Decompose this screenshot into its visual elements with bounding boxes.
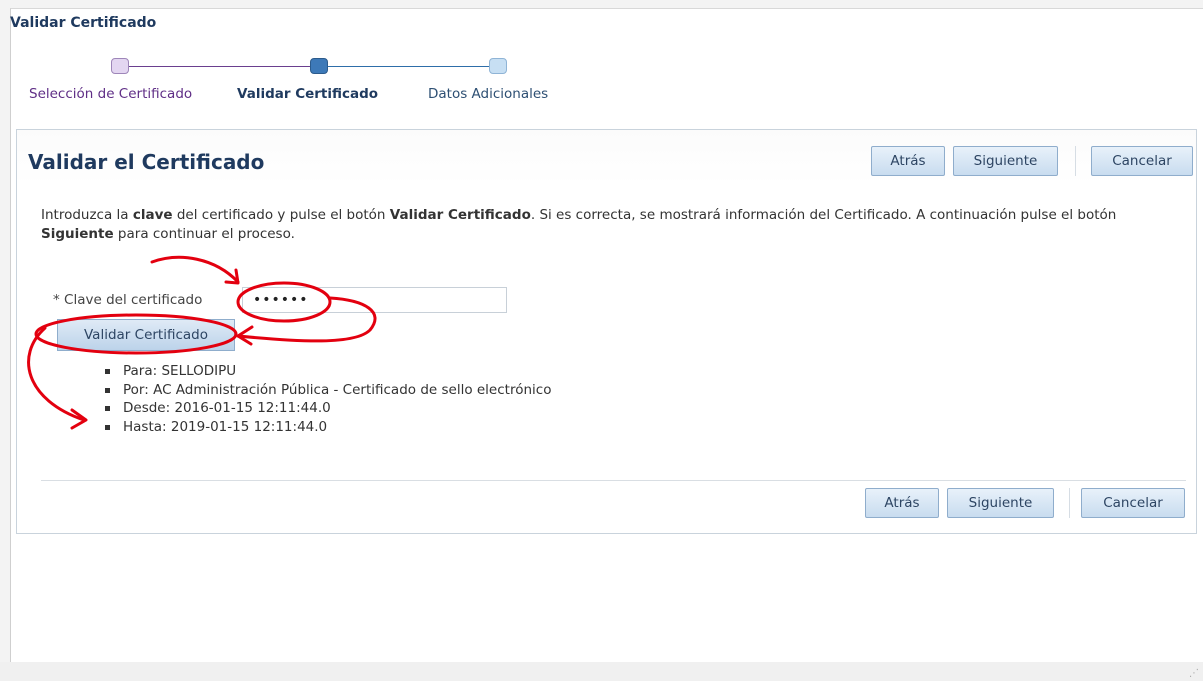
train-stop-validar — [310, 58, 328, 74]
cert-info-por: Por: AC Administración Pública - Certifi… — [105, 381, 551, 400]
page-title: Validar Certificado — [10, 15, 157, 31]
validate-certificate-button[interactable]: Validar Certificado — [57, 319, 235, 351]
cancel-button-bottom[interactable]: Cancelar — [1081, 488, 1185, 518]
toolbar-separator-bottom — [1069, 488, 1070, 518]
toolbar-separator-top — [1075, 146, 1076, 176]
instructions-text: Introduzca la clave del certificado y pu… — [41, 207, 1117, 242]
train-connector-1 — [120, 66, 320, 67]
certificate-info-list: Para: SELLODIPU Por: AC Administración P… — [105, 362, 551, 436]
train-stop-seleccion[interactable] — [111, 58, 129, 74]
back-button-bottom[interactable]: Atrás — [865, 488, 939, 518]
next-button-bottom[interactable]: Siguiente — [947, 488, 1054, 518]
train-label-validar: Validar Certificado — [237, 86, 379, 102]
cancel-button-top[interactable]: Cancelar — [1091, 146, 1193, 176]
cert-info-hasta: Hasta: 2019-01-15 12:11:44.0 — [105, 418, 551, 437]
password-input[interactable] — [242, 287, 507, 313]
panel-title: Validar el Certificado — [28, 150, 265, 174]
back-button-top[interactable]: Atrás — [871, 146, 945, 176]
status-bar: ⋰ — [0, 662, 1203, 681]
cert-info-desde: Desde: 2016-01-15 12:11:44.0 — [105, 399, 551, 418]
next-button-top[interactable]: Siguiente — [953, 146, 1058, 176]
train-label-datos[interactable]: Datos Adicionales — [428, 86, 548, 102]
panel-divider — [41, 480, 1186, 481]
cert-info-para: Para: SELLODIPU — [105, 362, 551, 381]
validation-panel: Validar el Certificado Atrás Siguiente C… — [16, 129, 1197, 534]
resize-grip-icon[interactable]: ⋰ — [1189, 668, 1199, 679]
train-label-seleccion[interactable]: Selección de Certificado — [29, 86, 192, 102]
train-stop-datos[interactable] — [489, 58, 507, 74]
train-connector-2 — [320, 66, 500, 67]
password-label: * Clave del certificado — [53, 292, 203, 308]
